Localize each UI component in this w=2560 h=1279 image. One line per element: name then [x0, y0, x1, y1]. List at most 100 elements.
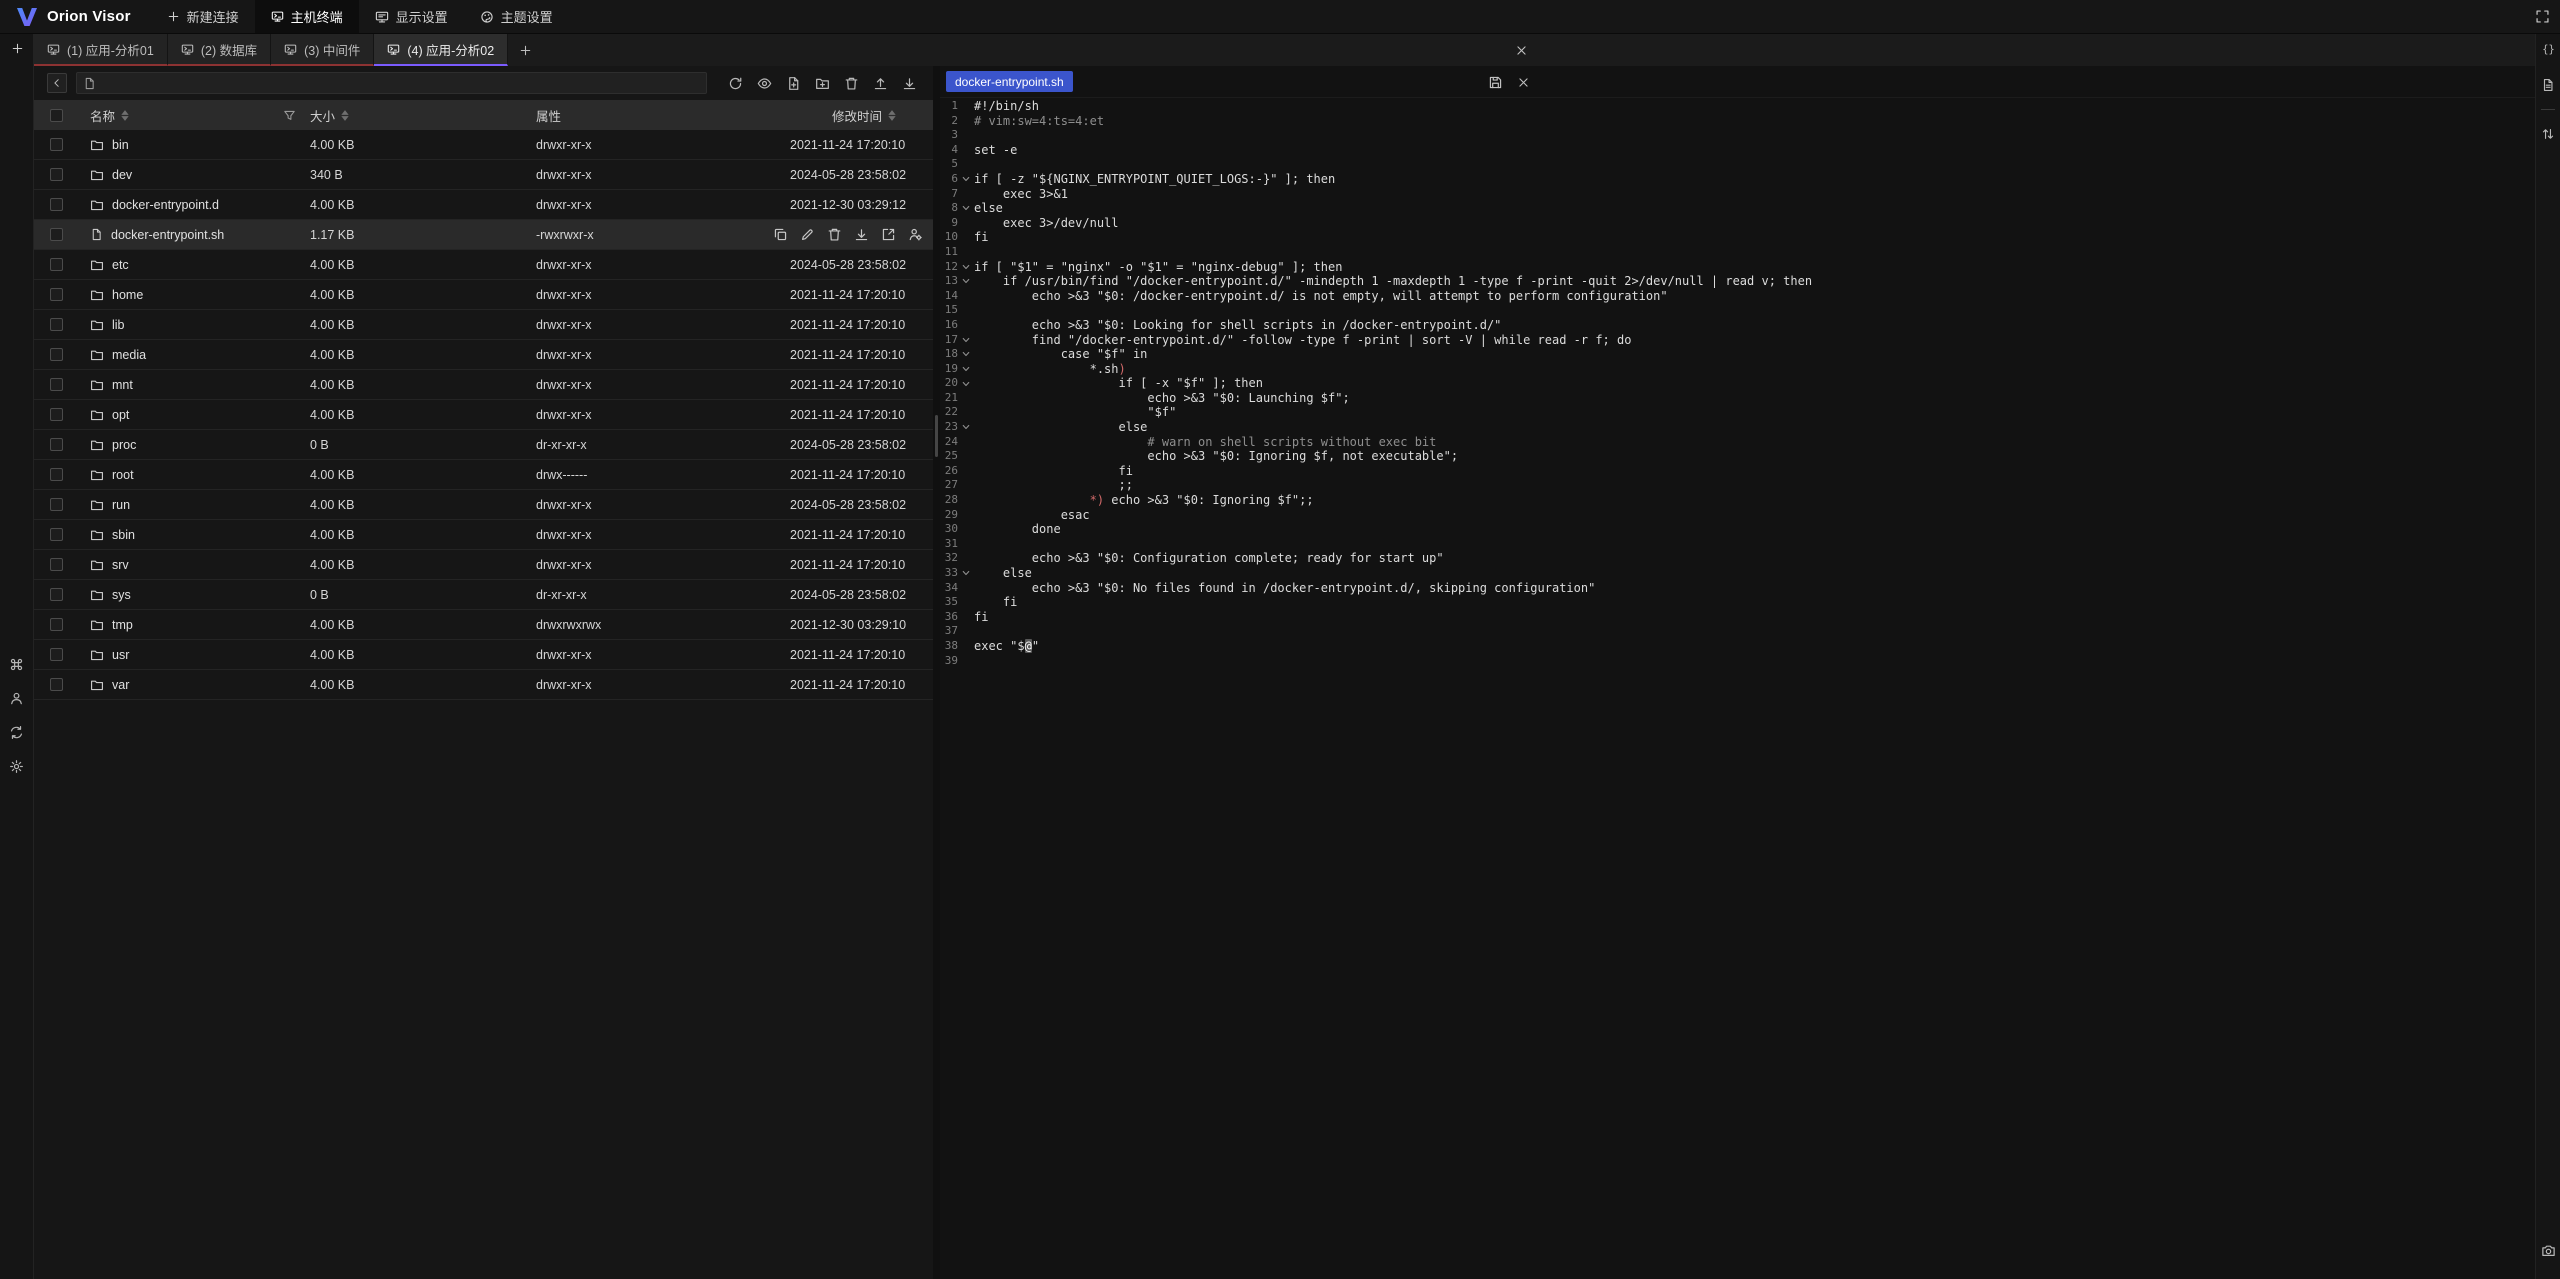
swap-button[interactable]: [2536, 121, 2560, 147]
refresh-button[interactable]: [726, 74, 744, 92]
permission-button[interactable]: [907, 227, 923, 243]
nav-item-theme-settings[interactable]: 主题设置: [464, 0, 569, 33]
fold-icon[interactable]: [958, 420, 974, 435]
gear-button[interactable]: [8, 757, 26, 775]
file-plus-button[interactable]: [784, 74, 802, 92]
row-checkbox[interactable]: [50, 348, 63, 361]
row-checkbox[interactable]: [50, 498, 63, 511]
table-row[interactable]: usr4.00 KBdrwxr-xr-x2021-11-24 17:20:10: [34, 640, 933, 670]
panel-resize-handle[interactable]: [935, 415, 938, 457]
fold-icon[interactable]: [958, 201, 974, 216]
terminal-tab-4[interactable]: (4) 应用-分析02: [374, 34, 508, 66]
sync-button[interactable]: [8, 723, 26, 741]
row-checkbox[interactable]: [50, 288, 63, 301]
filter-icon[interactable]: [283, 109, 296, 122]
editor-file-tab[interactable]: docker-entrypoint.sh: [946, 71, 1073, 92]
nav-item-display-settings[interactable]: 显示设置: [359, 0, 464, 33]
table-row[interactable]: tmp4.00 KBdrwxrwxrwx2021-12-30 03:29:10: [34, 610, 933, 640]
close-editor-icon[interactable]: [1517, 76, 1530, 89]
row-checkbox[interactable]: [50, 648, 63, 661]
eye-button[interactable]: [755, 74, 773, 92]
table-row[interactable]: docker-entrypoint.sh1.17 KB-rwxrwxr-x: [34, 220, 933, 250]
row-checkbox[interactable]: [50, 408, 63, 421]
trash-button[interactable]: [842, 74, 860, 92]
code-editor[interactable]: 1#!/bin/sh2# vim:sw=4:ts=4:et34set -e56i…: [940, 99, 2535, 1279]
nav-item-host-terminal[interactable]: 主机终端: [255, 0, 359, 33]
editor-actions: [1488, 66, 1530, 98]
trash-button[interactable]: [826, 227, 842, 243]
fold-icon[interactable]: [958, 347, 974, 362]
fold-icon[interactable]: [958, 362, 974, 377]
table-row[interactable]: etc4.00 KBdrwxr-xr-x2024-05-28 23:58:02: [34, 250, 933, 280]
close-panel-button[interactable]: [1506, 34, 1536, 66]
file-text-button[interactable]: [2536, 72, 2560, 98]
fold-icon[interactable]: [958, 333, 974, 348]
table-row[interactable]: proc0 Bdr-xr-xr-x2024-05-28 23:58:02: [34, 430, 933, 460]
row-checkbox[interactable]: [50, 258, 63, 271]
table-row[interactable]: run4.00 KBdrwxr-xr-x2024-05-28 23:58:02: [34, 490, 933, 520]
table-row[interactable]: media4.00 KBdrwxr-xr-x2021-11-24 17:20:1…: [34, 340, 933, 370]
user-button[interactable]: [8, 689, 26, 707]
row-checkbox[interactable]: [50, 228, 63, 241]
terminal-tab-3[interactable]: (3) 中间件: [271, 34, 374, 66]
row-checkbox[interactable]: [50, 198, 63, 211]
download-button[interactable]: [853, 227, 869, 243]
new-connection-button[interactable]: [8, 39, 26, 57]
table-row[interactable]: docker-entrypoint.d4.00 KBdrwxr-xr-x2021…: [34, 190, 933, 220]
table-row[interactable]: opt4.00 KBdrwxr-xr-x2021-11-24 17:20:10: [34, 400, 933, 430]
terminal-tab-1[interactable]: (1) 应用-分析01: [34, 34, 168, 66]
path-input[interactable]: [102, 76, 700, 90]
terminal-tab-2[interactable]: (2) 数据库: [168, 34, 271, 66]
table-row[interactable]: sbin4.00 KBdrwxr-xr-x2021-11-24 17:20:10: [34, 520, 933, 550]
download-button[interactable]: [900, 74, 918, 92]
row-checkbox[interactable]: [50, 528, 63, 541]
fold-icon[interactable]: [958, 376, 974, 391]
fold-icon[interactable]: [958, 274, 974, 289]
cell-attr: -rwxrwxr-x: [536, 228, 790, 242]
save-icon[interactable]: [1488, 75, 1503, 90]
row-checkbox[interactable]: [50, 678, 63, 691]
column-header-size[interactable]: 大小: [310, 100, 536, 130]
column-header-mtime[interactable]: 修改时间: [790, 100, 933, 130]
table-row[interactable]: dev340 Bdrwxr-xr-x2024-05-28 23:58:02: [34, 160, 933, 190]
fold-icon[interactable]: [958, 566, 974, 581]
table-row[interactable]: var4.00 KBdrwxr-xr-x2021-11-24 17:20:10: [34, 670, 933, 700]
command-button[interactable]: [8, 655, 26, 673]
nav-item-new-connection[interactable]: 新建连接: [151, 0, 255, 33]
copy-button[interactable]: [772, 227, 788, 243]
row-checkbox[interactable]: [50, 558, 63, 571]
table-row[interactable]: home4.00 KBdrwxr-xr-x2021-11-24 17:20:10: [34, 280, 933, 310]
row-checkbox[interactable]: [50, 318, 63, 331]
move-icon: [881, 227, 896, 242]
file-name: lib: [112, 318, 125, 332]
move-button[interactable]: [880, 227, 896, 243]
upload-button[interactable]: [871, 74, 889, 92]
cell-mtime: 2024-05-28 23:58:02: [790, 168, 933, 182]
row-checkbox[interactable]: [50, 378, 63, 391]
select-all-checkbox[interactable]: [50, 109, 63, 122]
table-row[interactable]: bin4.00 KBdrwxr-xr-x2021-11-24 17:20:10: [34, 130, 933, 160]
row-checkbox[interactable]: [50, 468, 63, 481]
folder-plus-button[interactable]: [813, 74, 831, 92]
column-header-name[interactable]: 名称: [78, 100, 310, 130]
edit-button[interactable]: [799, 227, 815, 243]
code-text: set -e: [974, 143, 1017, 158]
table-row[interactable]: lib4.00 KBdrwxr-xr-x2021-11-24 17:20:10: [34, 310, 933, 340]
row-checkbox[interactable]: [50, 138, 63, 151]
fold-icon[interactable]: [958, 260, 974, 275]
fullscreen-button[interactable]: [2535, 9, 2560, 24]
row-checkbox-cell: [34, 168, 78, 181]
braces-button[interactable]: {}: [2536, 35, 2560, 61]
table-row[interactable]: srv4.00 KBdrwxr-xr-x2021-11-24 17:20:10: [34, 550, 933, 580]
row-checkbox[interactable]: [50, 588, 63, 601]
row-checkbox[interactable]: [50, 618, 63, 631]
back-button[interactable]: [47, 73, 67, 93]
row-checkbox[interactable]: [50, 168, 63, 181]
table-row[interactable]: sys0 Bdr-xr-xr-x2024-05-28 23:58:02: [34, 580, 933, 610]
table-row[interactable]: root4.00 KBdrwx------2021-11-24 17:20:10: [34, 460, 933, 490]
screenshot-button[interactable]: [2536, 1243, 2560, 1258]
add-terminal-tab-button[interactable]: [508, 34, 542, 66]
fold-icon[interactable]: [958, 172, 974, 187]
table-row[interactable]: mnt4.00 KBdrwxr-xr-x2021-11-24 17:20:10: [34, 370, 933, 400]
row-checkbox[interactable]: [50, 438, 63, 451]
